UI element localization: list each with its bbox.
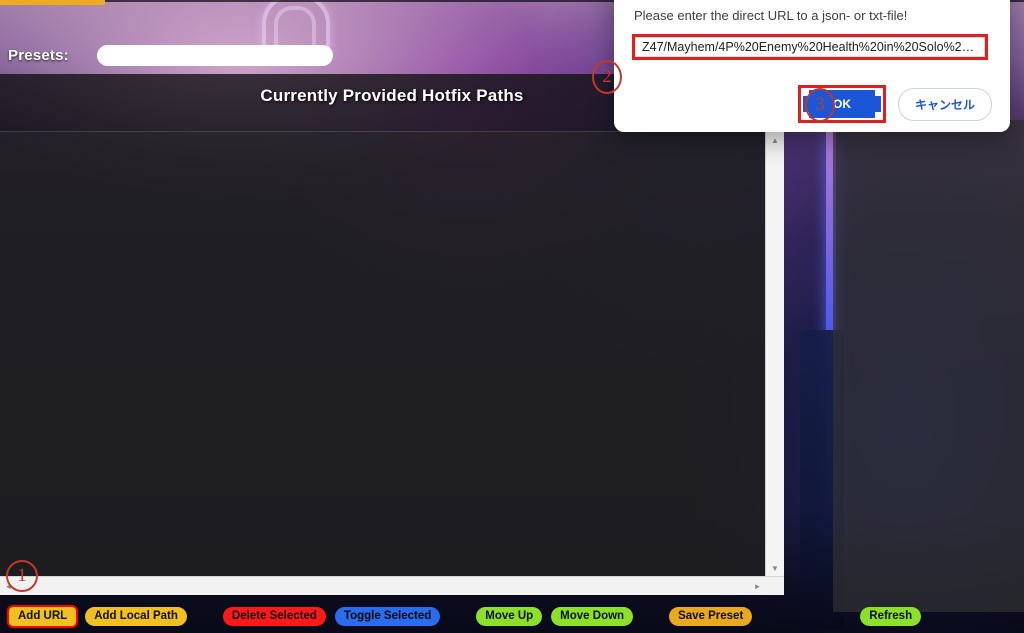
url-prompt-dialog: Please enter the direct URL to a json- o… [614, 0, 1010, 132]
dialog-message: Please enter the direct URL to a json- o… [634, 8, 908, 23]
add-local-path-button[interactable]: Add Local Path [85, 607, 187, 626]
cancel-button[interactable]: キャンセル [897, 87, 992, 121]
presets-input[interactable] [96, 44, 333, 66]
hotfix-path-list-panel: ▲ ▼ ◄ ► [0, 131, 784, 595]
vertical-scrollbar[interactable]: ▲ ▼ [765, 132, 784, 576]
ok-button-highlight: OK [797, 85, 886, 123]
scrollbar-corner [766, 577, 784, 595]
horizontal-scrollbar[interactable]: ◄ ► [0, 576, 784, 595]
selection-handle-icon [801, 89, 809, 96]
hotfix-path-list-empty [0, 132, 766, 575]
selection-handle-icon [874, 89, 882, 96]
scroll-down-icon[interactable]: ▼ [766, 560, 784, 576]
add-url-button[interactable]: Add URL [6, 605, 79, 628]
url-input-highlight [632, 34, 988, 60]
presets-label: Presets: [8, 46, 69, 64]
toggle-selected-button[interactable]: Toggle Selected [334, 607, 441, 626]
save-preset-button[interactable]: Save Preset [669, 607, 753, 626]
scroll-left-icon[interactable]: ◄ [0, 577, 17, 595]
top-accent-bar [0, 0, 105, 5]
bottom-toolbar: Add URL Add Local Path Delete Selected T… [0, 600, 1024, 633]
move-down-button[interactable]: Move Down [551, 607, 634, 626]
ok-button[interactable]: OK [802, 90, 881, 118]
right-side-panel [833, 120, 1024, 612]
scroll-up-icon[interactable]: ▲ [766, 132, 784, 148]
selection-handle-icon [874, 112, 882, 119]
delete-selected-button[interactable]: Delete Selected [222, 607, 326, 626]
url-input[interactable] [635, 37, 985, 57]
dialog-actions: OK キャンセル [797, 85, 992, 123]
app-root: Presets: Currently Provided Hotfix Paths… [0, 0, 1024, 633]
page-title: Currently Provided Hotfix Paths [260, 86, 524, 105]
hotfix-path-list[interactable] [0, 132, 766, 575]
selection-handle-icon [801, 112, 809, 119]
refresh-button[interactable]: Refresh [860, 607, 922, 626]
scroll-right-icon[interactable]: ► [749, 577, 766, 595]
presets-row: Presets: [0, 40, 620, 70]
move-up-button[interactable]: Move Up [476, 607, 543, 626]
